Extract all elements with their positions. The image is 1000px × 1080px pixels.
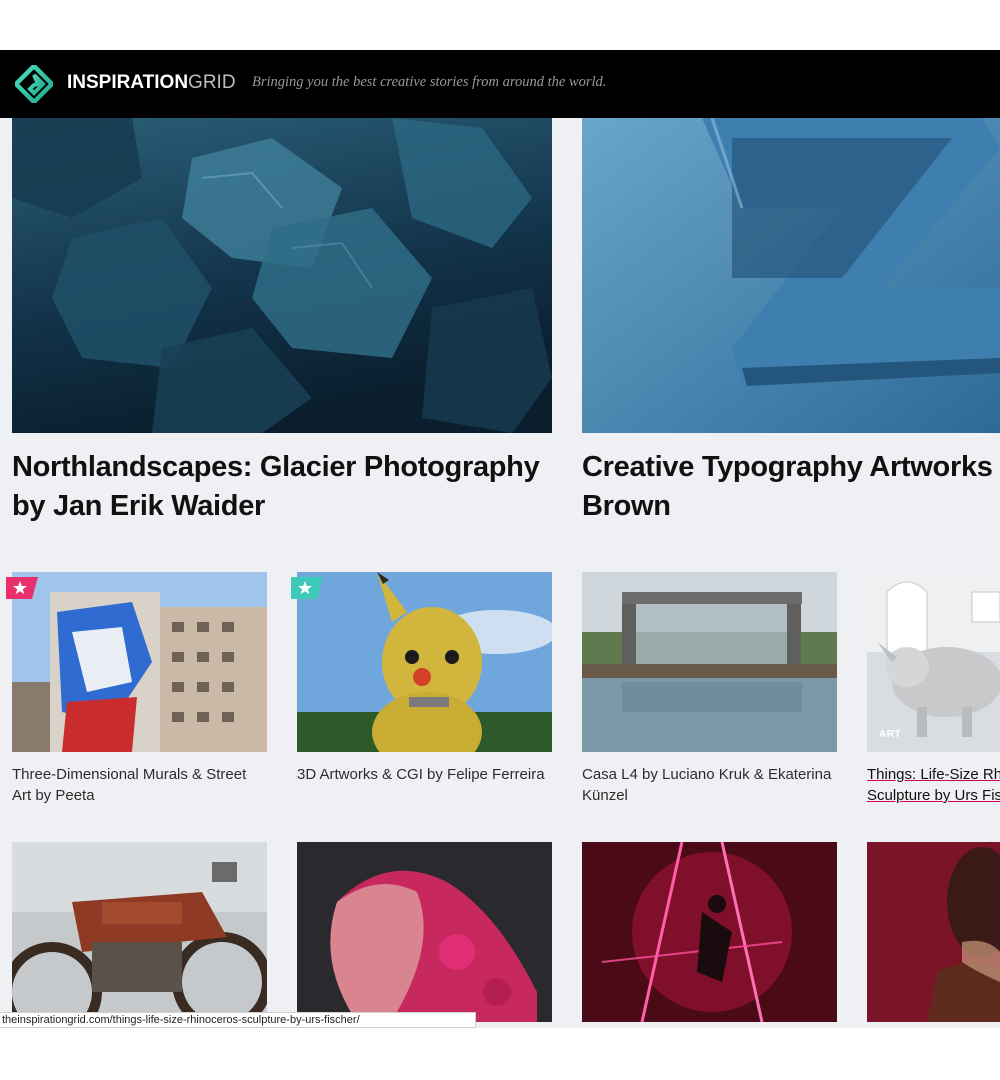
card-title-line: Things: Life-Size Rhinoceros xyxy=(867,766,1000,783)
feature-title-typography[interactable]: Creative Typography Artworks by Brown xyxy=(582,448,1000,526)
feature-image-typography[interactable] xyxy=(582,118,1000,433)
feature-title-line: Northlandscapes: Glacier Photography xyxy=(12,451,540,483)
card-title-rhinoceros[interactable]: Things: Life-Size Rhinoceros Sculpture b… xyxy=(867,764,1000,806)
card-title-casa[interactable]: Casa L4 by Luciano Kruk & Ekaterina Künz… xyxy=(582,764,832,806)
card-title-murals[interactable]: Three-Dimensional Murals & Street Art by… xyxy=(12,764,262,806)
feature-title-line: Creative Typography Artworks by xyxy=(582,451,1000,483)
card-image-rhinoceros[interactable] xyxy=(867,572,1000,752)
site-tagline: Bringing you the best creative stories f… xyxy=(252,74,607,90)
card-title-line: Sculpture by Urs Fischer xyxy=(867,787,1000,804)
feature-image-glacier[interactable] xyxy=(12,118,552,433)
logo-word-inspiration: INSPIRATION xyxy=(67,72,189,93)
site-header: INSPIRATIONGRID Bringing you the best cr… xyxy=(0,50,1000,118)
content-area: Northlandscapes: Glacier Photography by … xyxy=(0,118,1000,1028)
category-tag-art[interactable]: ART xyxy=(879,729,901,740)
feature-title-line: by Jan Erik Waider xyxy=(12,490,266,522)
feature-title-line: Brown xyxy=(582,490,671,522)
card-image-casa[interactable] xyxy=(582,572,837,752)
inspirationgrid-logo-icon[interactable] xyxy=(15,65,53,103)
card-image-portrait[interactable] xyxy=(867,842,1000,1022)
logo-word-grid: GRID xyxy=(188,72,236,93)
featured-star-badge xyxy=(6,577,38,599)
card-title-pikachu[interactable]: 3D Artworks & CGI by Felipe Ferreira xyxy=(297,764,547,785)
card-image-neon-dancer[interactable] xyxy=(582,842,837,1022)
site-logo[interactable]: INSPIRATIONGRID xyxy=(67,72,236,94)
featured-star-badge xyxy=(291,577,323,599)
card-image-pikachu[interactable] xyxy=(297,572,552,752)
card-image-pigment[interactable] xyxy=(297,842,552,1022)
card-image-motorcycle[interactable] xyxy=(12,842,267,1022)
card-image-murals[interactable] xyxy=(12,572,267,752)
feature-title-glacier[interactable]: Northlandscapes: Glacier Photography by … xyxy=(12,448,540,526)
browser-status-url: theinspirationgrid.com/things-life-size-… xyxy=(0,1012,476,1028)
